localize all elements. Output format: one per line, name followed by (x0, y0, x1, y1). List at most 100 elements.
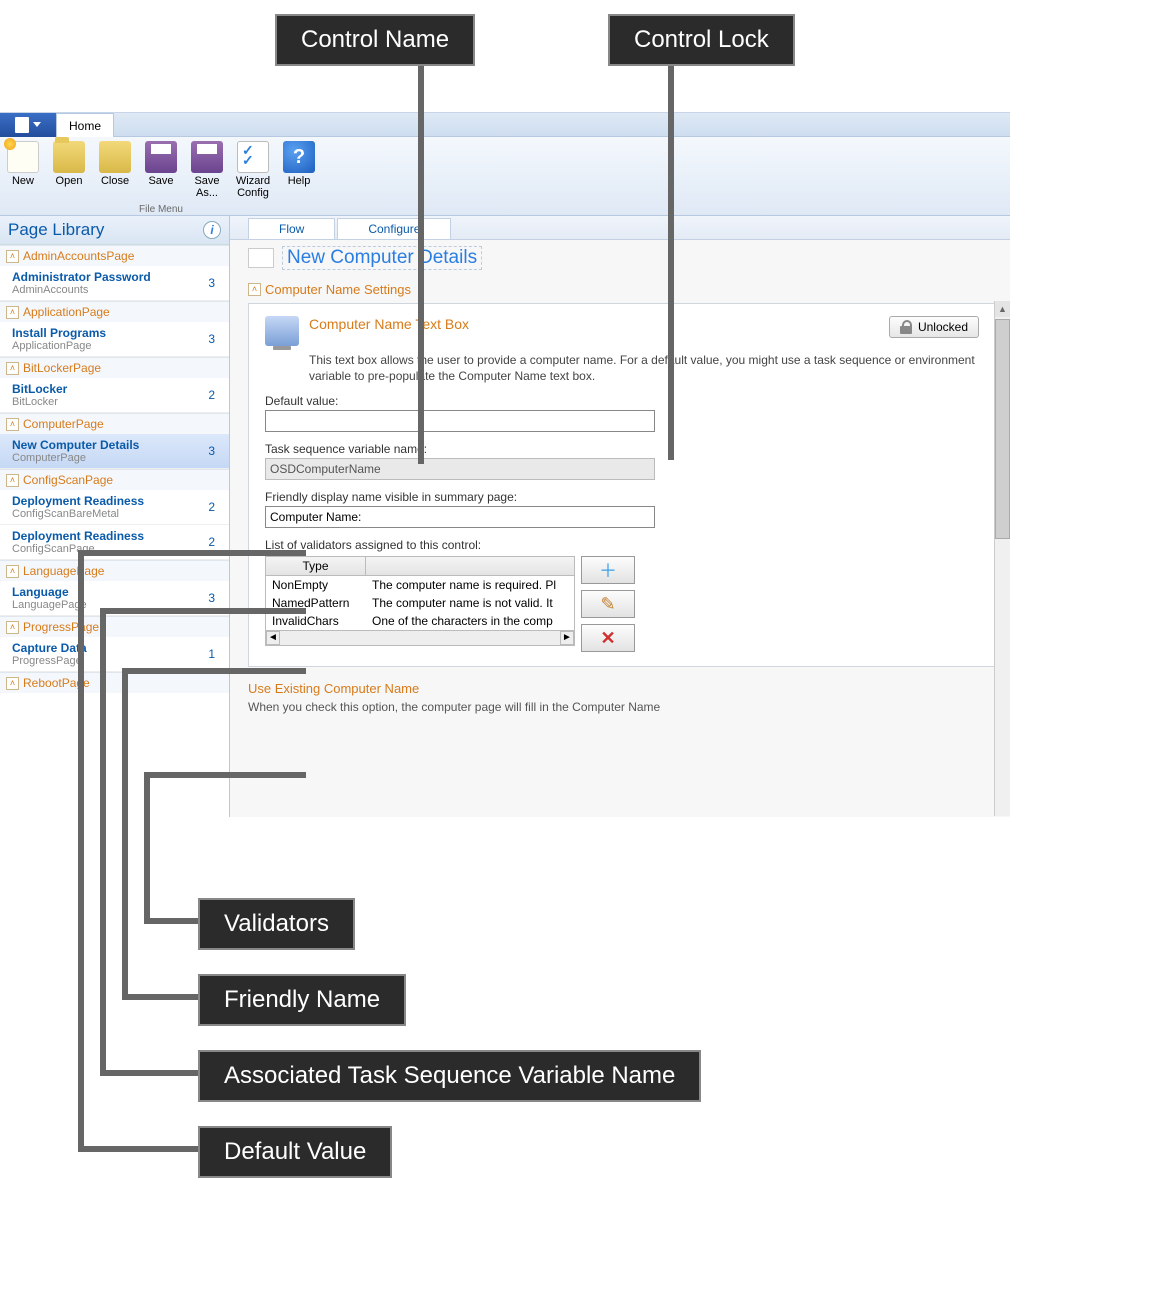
ribbon: New Open Close Save Save As... Wizard Co… (0, 137, 1010, 216)
save-as-label: Save As... (194, 175, 219, 199)
validator-row[interactable]: InvalidChars One of the characters in th… (266, 612, 574, 630)
save-button[interactable]: Save (138, 137, 184, 201)
validator-row[interactable]: NamedPattern The computer name is not va… (266, 594, 574, 612)
page-sub-text: LanguagePage (12, 599, 87, 611)
page-item-capture-data[interactable]: Capture DataProgressPage 1 (0, 637, 229, 672)
line-friendly-v (122, 668, 128, 998)
file-menu-button[interactable] (0, 113, 56, 137)
page-item-deployment-readiness-1[interactable]: Deployment ReadinessConfigScanBareMetal … (0, 490, 229, 525)
scroll-thumb[interactable] (995, 319, 1010, 539)
info-icon[interactable]: i (203, 221, 221, 239)
callout-control-name: Control Name (275, 14, 475, 66)
line-default-h2 (78, 1146, 198, 1152)
wizard-config-label: Wizard Config (236, 175, 270, 199)
wizard-config-icon (237, 141, 269, 173)
dropdown-triangle-icon (33, 122, 41, 127)
section-computer-name-settings[interactable]: ˄ Computer Name Settings (248, 282, 996, 297)
validator-delete-button[interactable]: ✕ (581, 624, 635, 652)
validator-row[interactable]: NonEmpty The computer name is required. … (266, 576, 574, 594)
new-button[interactable]: New (0, 137, 46, 201)
control-lock-button[interactable]: Unlocked (889, 316, 979, 338)
open-button[interactable]: Open (46, 137, 92, 201)
line-assoc-v (100, 608, 106, 1074)
group-label: ConfigScanPage (23, 473, 113, 487)
close-label: Close (101, 175, 129, 187)
help-label: Help (288, 175, 311, 187)
page-count: 2 (208, 535, 221, 549)
callout-validators: Validators (198, 898, 355, 950)
page-count: 3 (208, 591, 221, 605)
group-rebootpage[interactable]: ˄RebootPage (0, 672, 229, 693)
callout-control-lock: Control Lock (608, 14, 795, 66)
page-title[interactable]: New Computer Details (282, 246, 482, 270)
tab-flow[interactable]: Flow (248, 218, 335, 239)
sidebar: Page Library i ˄AdminAccountsPage Admini… (0, 216, 230, 817)
page-count: 1 (208, 647, 221, 661)
validators-label: List of validators assigned to this cont… (265, 538, 979, 552)
group-progresspage[interactable]: ˄ProgressPage (0, 616, 229, 637)
sidebar-list[interactable]: ˄AdminAccountsPage Administrator Passwor… (0, 245, 229, 817)
group-label: LanguagePage (23, 564, 104, 578)
ribbon-group-file-menu: New Open Close Save Save As... Wizard Co… (0, 137, 322, 215)
new-label: New (12, 175, 34, 187)
group-computerpage[interactable]: ˄ComputerPage (0, 413, 229, 434)
computer-icon (265, 316, 299, 346)
line-control-lock (668, 64, 674, 460)
help-button[interactable]: ? Help (276, 137, 322, 201)
ribbon-group-label: File Menu (0, 204, 322, 215)
line-default-v (78, 550, 84, 1150)
page-thumb-icon (248, 248, 274, 268)
page-sub-text: AdminAccounts (12, 284, 151, 296)
page-item-install-programs[interactable]: Install ProgramsApplicationPage 3 (0, 322, 229, 357)
close-button[interactable]: Close (92, 137, 138, 201)
group-label: AdminAccountsPage (23, 249, 134, 263)
group-adminaccounts[interactable]: ˄AdminAccountsPage (0, 245, 229, 266)
folder-open-icon (53, 141, 85, 173)
split-container: Page Library i ˄AdminAccountsPage Admini… (0, 216, 1010, 817)
friendly-name-field: Friendly display name visible in summary… (265, 490, 979, 528)
default-value-input[interactable] (265, 410, 655, 432)
save-as-button[interactable]: Save As... (184, 137, 230, 201)
group-languagepage[interactable]: ˄LanguagePage (0, 560, 229, 581)
validator-add-button[interactable]: ＋ (581, 556, 635, 584)
friendly-name-input[interactable] (265, 506, 655, 528)
scroll-up-icon[interactable]: ▲ (995, 301, 1010, 317)
main-scroll[interactable]: ˄ Computer Name Settings Computer Name T… (230, 272, 1010, 817)
chevron-up-icon: ˄ (6, 306, 19, 319)
validator-type: InvalidChars (266, 612, 366, 630)
scroll-left-icon[interactable]: ◄ (266, 631, 280, 645)
chevron-up-icon: ˄ (6, 677, 19, 690)
tab-home[interactable]: Home (56, 113, 114, 137)
page-sub-text: BitLocker (12, 396, 67, 408)
task-var-input (265, 458, 655, 480)
page-title-text: Deployment Readiness (12, 494, 144, 508)
default-value-field: Default value: (265, 394, 979, 432)
validator-edit-button[interactable]: ✎ (581, 590, 635, 618)
tab-configure[interactable]: Configure (337, 218, 451, 239)
wizard-config-button[interactable]: Wizard Config (230, 137, 276, 201)
line-val-h2 (144, 918, 198, 924)
main-vscroll[interactable]: ▲ (994, 301, 1010, 816)
scroll-right-icon[interactable]: ► (560, 631, 574, 645)
validator-buttons: ＋ ✎ ✕ (581, 556, 635, 652)
sidebar-title: Page Library (8, 220, 104, 240)
validators-hscroll[interactable]: ◄ ► (266, 630, 574, 645)
group-bitlockerpage[interactable]: ˄BitLockerPage (0, 357, 229, 378)
page-item-bitlocker[interactable]: BitLockerBitLocker 2 (0, 378, 229, 413)
page-item-new-computer-details[interactable]: New Computer DetailsComputerPage 3 (0, 434, 229, 469)
validators-table[interactable]: Type NonEmpty The computer name is requi… (265, 556, 575, 646)
group-configscanpage[interactable]: ˄ConfigScanPage (0, 469, 229, 490)
validators-body: NonEmpty The computer name is required. … (266, 576, 574, 630)
page-count: 3 (208, 332, 221, 346)
validator-desc: The computer name is not valid. It (366, 594, 574, 612)
validators-header: Type (266, 557, 574, 576)
group-applicationpage[interactable]: ˄ApplicationPage (0, 301, 229, 322)
lock-icon (900, 320, 912, 334)
chevron-up-icon: ˄ (6, 621, 19, 634)
page-item-admin-password[interactable]: Administrator PasswordAdminAccounts 3 (0, 266, 229, 301)
panel-description: This text box allows the user to provide… (309, 352, 979, 384)
task-var-field: Task sequence variable name: (265, 442, 979, 480)
line-friendly-h (122, 668, 306, 674)
page-title-text: Administrator Password (12, 270, 151, 284)
default-value-label: Default value: (265, 394, 979, 408)
